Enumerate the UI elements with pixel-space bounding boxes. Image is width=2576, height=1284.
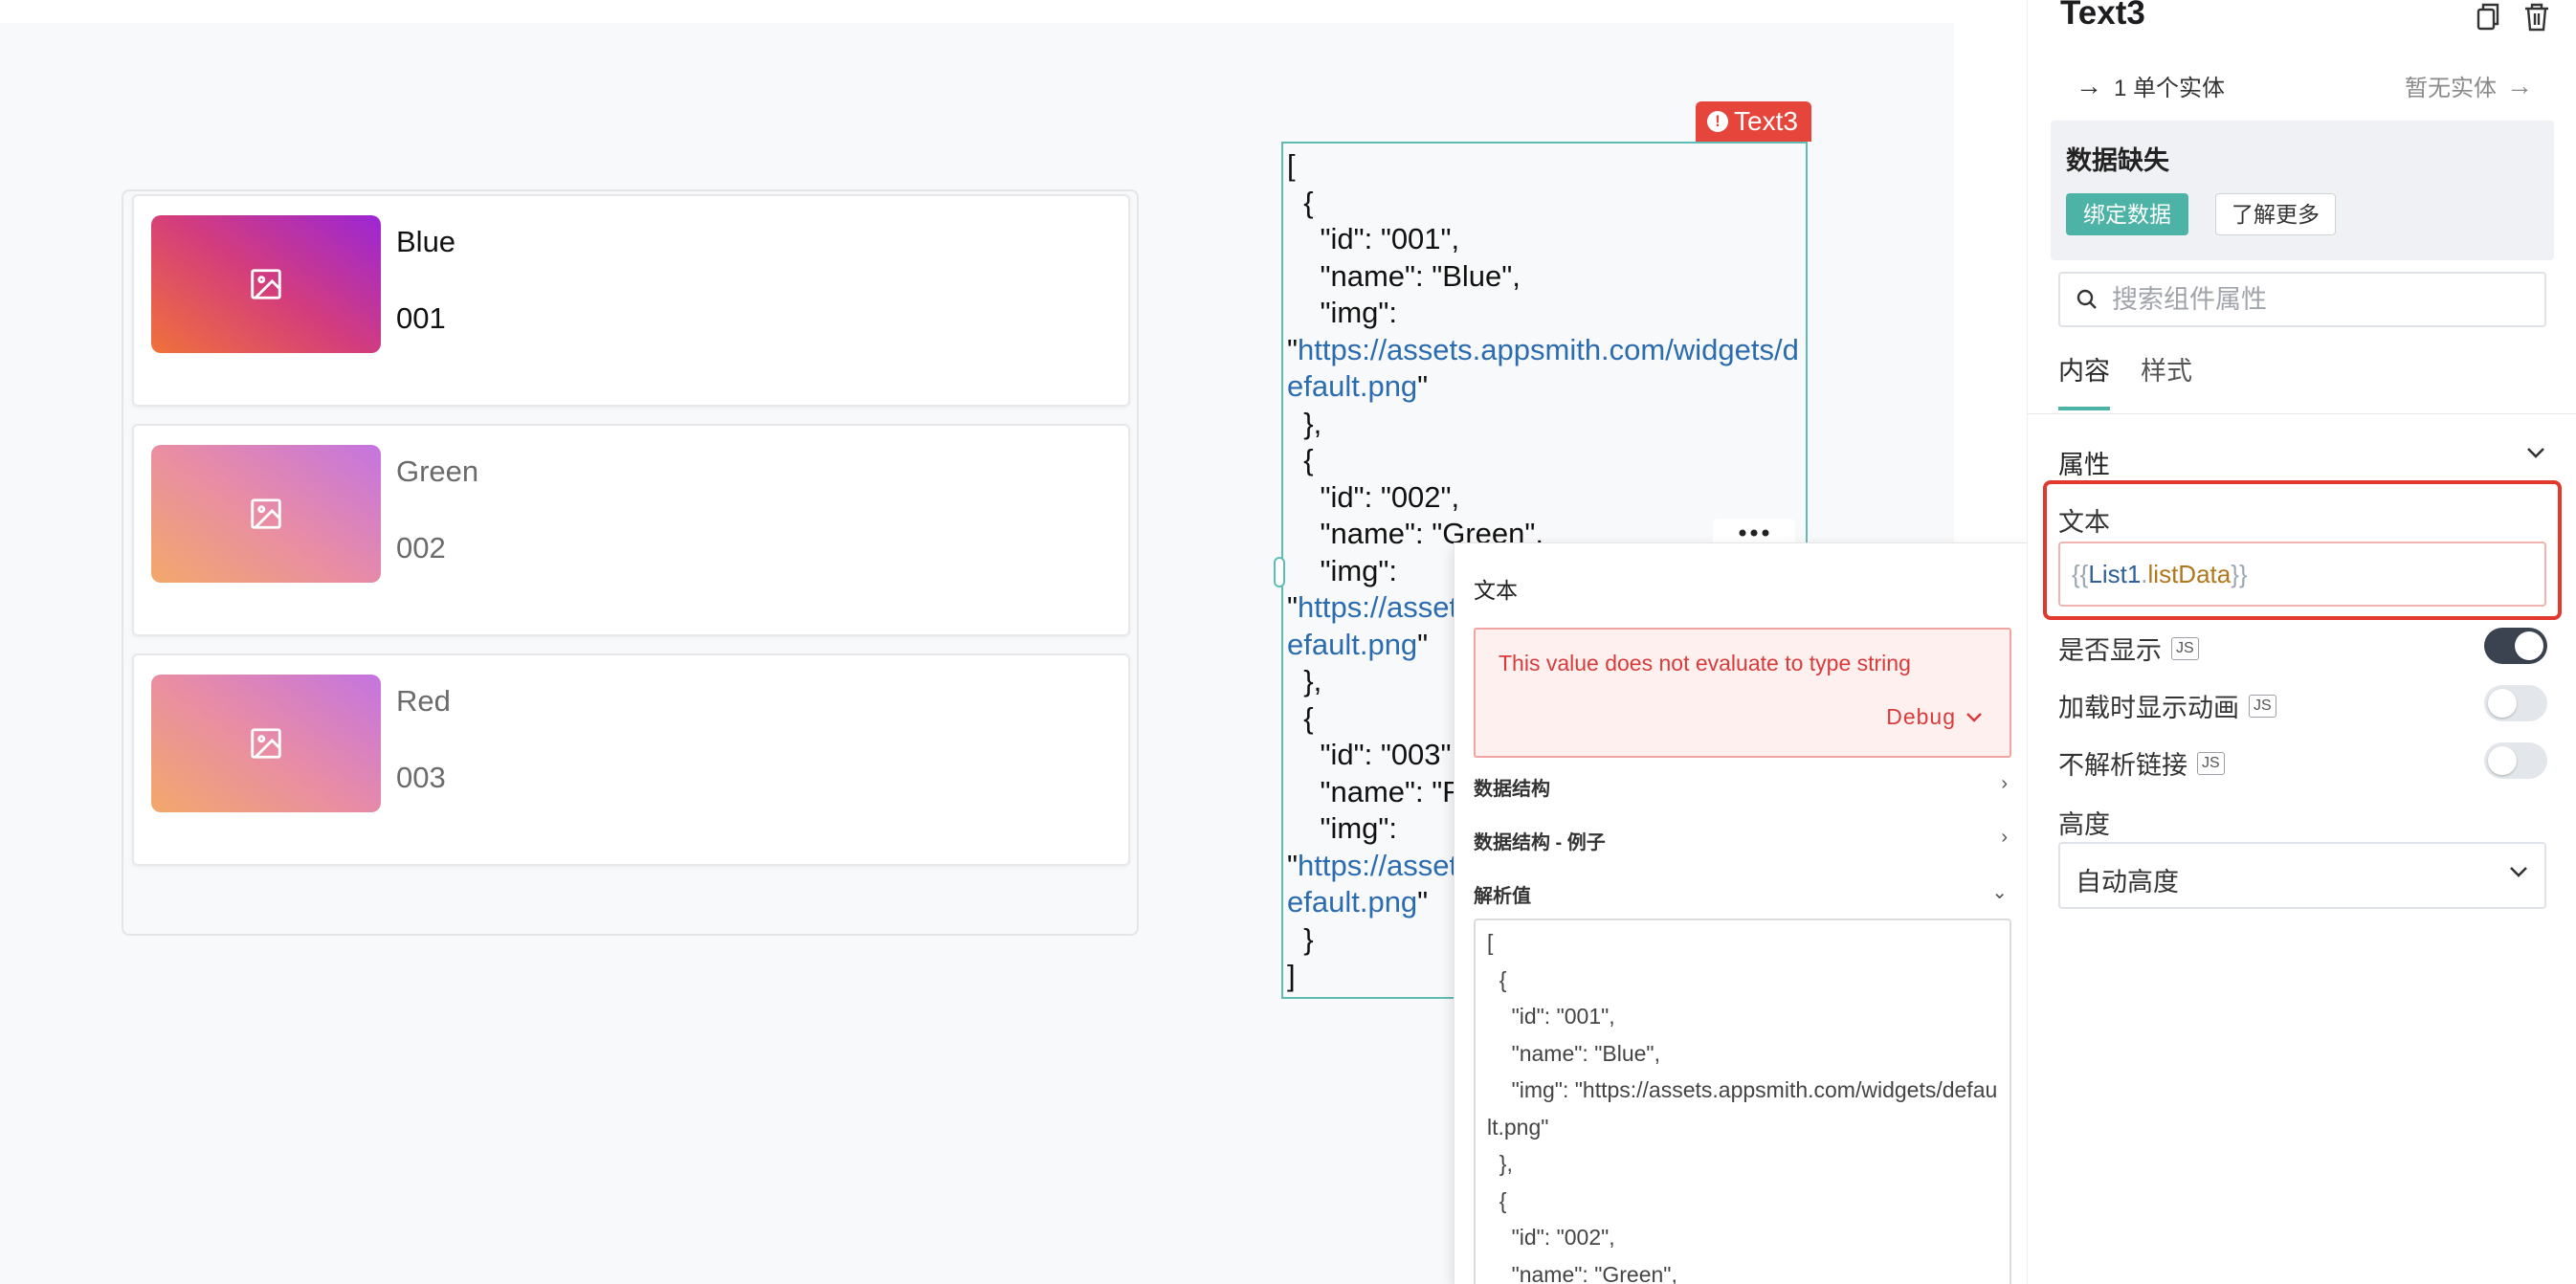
evaluated-value-text: [ { "id": "001", "name": "Blue", "img": … [1487, 930, 1998, 1284]
json-line: { [1287, 185, 1314, 219]
text-property-label: 文本 [2058, 508, 2110, 537]
tab-content[interactable]: 内容 [2058, 350, 2110, 410]
json-line: "id": "001", [1287, 222, 1460, 255]
widget-name-tag[interactable]: ! Text3 [1696, 101, 1811, 142]
item-name: Blue [396, 225, 456, 258]
height-select[interactable]: 自动高度 [2058, 842, 2546, 909]
resize-handle[interactable] [1274, 557, 1285, 587]
learn-more-button[interactable]: 了解更多 [2215, 193, 2336, 235]
entity-count: 1 单个实体 [2114, 76, 2226, 101]
evaluated-value-box[interactable]: [ { "id": "001", "name": "Blue", "img": … [1474, 919, 2011, 1284]
image-placeholder[interactable] [151, 675, 381, 812]
property-search[interactable] [2058, 272, 2546, 327]
item-name: Red [396, 684, 451, 718]
widget-name-label: Text3 [1734, 106, 1798, 136]
js-toggle-button[interactable]: JS [2249, 694, 2276, 718]
json-line: { [1287, 700, 1314, 735]
panel-tabs: 内容 样式 [2058, 350, 2192, 410]
image-icon [251, 498, 281, 529]
json-line: "img": [1287, 296, 1398, 329]
entity-link[interactable]: → 1 单个实体 [2076, 69, 2225, 102]
no-entity-label: 暂无实体 [2405, 76, 2497, 101]
chevron-down-icon: ⌄ [1991, 882, 2008, 903]
item-name: Green [396, 454, 479, 488]
chevron-down-icon [1966, 712, 1982, 722]
tabs-divider [2028, 413, 2576, 414]
json-line: "id": "002", [1287, 479, 1460, 514]
json-line: "name": "Blue", [1287, 258, 1521, 293]
json-url-link[interactable]: https://assets.appsmith.com/widgets/defa… [1287, 333, 1799, 404]
chevron-down-icon [2527, 448, 2544, 458]
image-placeholder[interactable] [151, 215, 381, 353]
bind-data-button[interactable]: 绑定数据 [2066, 193, 2188, 235]
image-placeholder[interactable] [151, 445, 381, 583]
evaluated-value-popup: 文本 This value does not evaluate to type … [1455, 543, 2029, 1284]
visible-label: 是否显示 JS [2058, 630, 2199, 667]
height-label: 高度 [2058, 810, 2110, 839]
data-missing-box: 数据缺失 绑定数据 了解更多 [2051, 121, 2554, 260]
arrow-right-icon: → [2076, 70, 2102, 100]
list-item[interactable]: Red 003 [132, 653, 1130, 866]
search-icon [2076, 289, 2097, 309]
links-toggle[interactable] [2484, 742, 2547, 779]
section-data-type[interactable]: 数据结构 › [1474, 773, 2011, 801]
json-line: }, [1287, 664, 1322, 697]
tab-style[interactable]: 样式 [2141, 350, 2192, 410]
json-line: { [1287, 443, 1314, 476]
arrow-right-icon: → [2506, 70, 2533, 100]
debug-button[interactable]: Debug [1886, 704, 1983, 730]
text-binding-input[interactable]: {{List1.listData}} [2058, 542, 2546, 607]
links-label: 不解析链接 JS [2058, 744, 2225, 782]
section-properties[interactable]: 属性 [2058, 444, 2546, 481]
item-id: 001 [396, 301, 446, 335]
error-message: This value does not evaluate to type str… [1499, 651, 1911, 675]
copy-icon[interactable] [2470, 0, 2504, 34]
image-icon [251, 728, 281, 759]
item-id: 003 [396, 761, 446, 794]
toggle-knob [2488, 689, 2517, 718]
js-toggle-button[interactable]: JS [2197, 751, 2225, 775]
json-line: }, [1287, 406, 1322, 440]
json-line: "https://assets.appsmith.com/widgets/def… [1287, 332, 1799, 404]
section-evaluated-value[interactable]: 解析值 ⌄ [1474, 880, 2011, 908]
json-line: ] [1287, 959, 1296, 992]
delete-icon[interactable] [2520, 0, 2554, 34]
visible-toggle[interactable] [2484, 628, 2547, 664]
json-line: [ [1287, 148, 1296, 182]
image-icon [251, 269, 281, 299]
chevron-right-icon: › [2001, 827, 2008, 848]
data-missing-title: 数据缺失 [2066, 146, 2169, 175]
section-data-example[interactable]: 数据结构 - 例子 › [1474, 827, 2011, 854]
json-line: } [1287, 921, 1314, 956]
search-input[interactable] [2110, 283, 2525, 316]
chevron-right-icon: › [2001, 773, 2008, 794]
error-icon: ! [1707, 111, 1728, 132]
widget-title[interactable]: Text3 [2060, 0, 2145, 33]
json-line: "img": [1287, 811, 1398, 845]
no-entity-link[interactable]: 暂无实体 → [2405, 69, 2533, 102]
toggle-knob [2515, 631, 2543, 660]
list-item[interactable]: Blue 001 [132, 194, 1130, 407]
item-id: 002 [396, 531, 446, 565]
popup-title: 文本 [1474, 578, 1518, 603]
debug-label: Debug [1886, 704, 1956, 729]
toggle-knob [2488, 746, 2517, 775]
list-item[interactable]: Green 002 [132, 424, 1130, 636]
chevron-down-icon [2510, 867, 2527, 877]
json-line: "id": "003", [1287, 738, 1460, 771]
animate-label: 加载时显示动画 JS [2058, 687, 2276, 724]
js-toggle-button[interactable]: JS [2171, 636, 2199, 660]
json-line: "img": [1287, 553, 1398, 587]
animate-toggle[interactable] [2484, 685, 2547, 721]
error-message-box: This value does not evaluate to type str… [1474, 628, 2011, 758]
